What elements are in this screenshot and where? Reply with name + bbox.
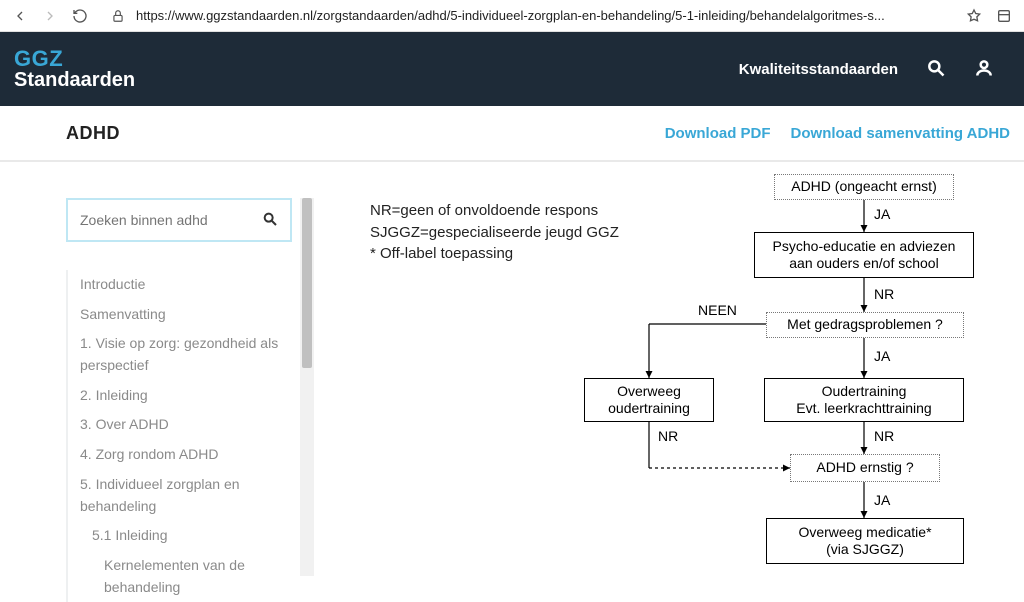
flow-node-overweeg-oudertraining: Overweeg oudertraining bbox=[584, 378, 714, 422]
lock-icon bbox=[108, 9, 128, 23]
legend-line: SJGGZ=gespecialiseerde jeugd GGZ bbox=[370, 222, 628, 244]
download-pdf-link[interactable]: Download PDF bbox=[665, 125, 771, 142]
download-summary-link[interactable]: Download samenvatting ADHD bbox=[791, 125, 1010, 142]
flow-edge-label: NR bbox=[874, 428, 894, 444]
toc-item[interactable]: 5. Individueel zorgplan en behandeling bbox=[66, 470, 292, 521]
brand-line2: Standaarden bbox=[14, 70, 135, 90]
brand-logo[interactable]: GGZ Standaarden bbox=[14, 48, 135, 90]
flow-node-oudertraining: Oudertraining Evt. leerkrachttraining bbox=[764, 378, 964, 422]
toc-subitem[interactable]: 5.1 Inleiding bbox=[66, 521, 292, 551]
favorite-button[interactable] bbox=[960, 2, 988, 30]
brand-line1: GGZ bbox=[14, 48, 135, 70]
flow-edge-label: JA bbox=[874, 492, 890, 508]
flow-edge-label: JA bbox=[874, 348, 890, 364]
flow-node-psychoeducatie: Psycho-educatie en adviezen aan ouders e… bbox=[754, 232, 974, 278]
sidebar: Introductie Samenvatting 1. Visie op zor… bbox=[66, 198, 292, 576]
page-title: ADHD bbox=[66, 123, 120, 144]
toc-item[interactable]: Samenvatting bbox=[66, 300, 292, 330]
toc-item[interactable]: 4. Zorg rondom ADHD bbox=[66, 440, 292, 470]
legend-line: NR=geen of onvoldoende respons bbox=[370, 200, 628, 222]
content-area: Introductie Samenvatting 1. Visie op zor… bbox=[0, 162, 1024, 576]
flow-edge-label: JA bbox=[874, 206, 890, 222]
forward-button[interactable] bbox=[36, 2, 64, 30]
search-icon[interactable] bbox=[926, 58, 946, 81]
subheader: ADHD Download PDF Download samenvatting … bbox=[0, 106, 1024, 162]
url-bar[interactable]: https://www.ggzstandaarden.nl/zorgstanda… bbox=[130, 4, 958, 28]
toc-item[interactable]: 2. Inleiding bbox=[66, 381, 292, 411]
flow-node-start: ADHD (ongeacht ernst) bbox=[774, 174, 954, 200]
flowchart-edges bbox=[594, 170, 994, 570]
sidebar-scrollbar[interactable] bbox=[300, 198, 314, 576]
legend-line: * Off-label toepassing bbox=[370, 243, 628, 265]
table-of-contents: Introductie Samenvatting 1. Visie op zor… bbox=[66, 270, 292, 602]
site-header: GGZ Standaarden Kwaliteitsstandaarden bbox=[0, 32, 1024, 106]
refresh-button[interactable] bbox=[66, 2, 94, 30]
collections-button[interactable] bbox=[990, 2, 1018, 30]
scrollbar-thumb[interactable] bbox=[302, 198, 312, 368]
flow-node-ernstig: ADHD ernstig ? bbox=[790, 454, 940, 482]
flowchart: ADHD (ongeacht ernst) JA Psycho-educatie… bbox=[594, 170, 994, 570]
main-panel: Behandelalgoritme kinderen < 6 jaar NR=g… bbox=[314, 162, 1024, 576]
flow-edge-label: NR bbox=[658, 428, 678, 444]
sidebar-search[interactable] bbox=[66, 198, 292, 242]
account-icon[interactable] bbox=[974, 58, 994, 81]
flow-edge-label: NEEN bbox=[698, 302, 737, 318]
flow-node-gedragsproblemen: Met gedragsproblemen ? bbox=[766, 312, 964, 338]
toc-item[interactable]: 1. Visie op zorg: gezondheid als perspec… bbox=[66, 329, 292, 380]
flow-node-medicatie: Overweeg medicatie* (via SJGGZ) bbox=[766, 518, 964, 564]
back-button[interactable] bbox=[6, 2, 34, 30]
search-submit-icon[interactable] bbox=[262, 211, 278, 230]
search-input[interactable] bbox=[80, 212, 262, 228]
browser-toolbar: https://www.ggzstandaarden.nl/zorgstanda… bbox=[0, 0, 1024, 32]
toc-item[interactable]: 3. Over ADHD bbox=[66, 410, 292, 440]
toc-item[interactable]: Introductie bbox=[66, 270, 292, 300]
nav-kwaliteitsstandaarden[interactable]: Kwaliteitsstandaarden bbox=[739, 61, 898, 78]
toc-subitem[interactable]: Kernelementen van de behandeling bbox=[66, 551, 292, 602]
flow-edge-label: NR bbox=[874, 286, 894, 302]
algorithm-legend: Behandelalgoritme kinderen < 6 jaar NR=g… bbox=[370, 170, 628, 265]
